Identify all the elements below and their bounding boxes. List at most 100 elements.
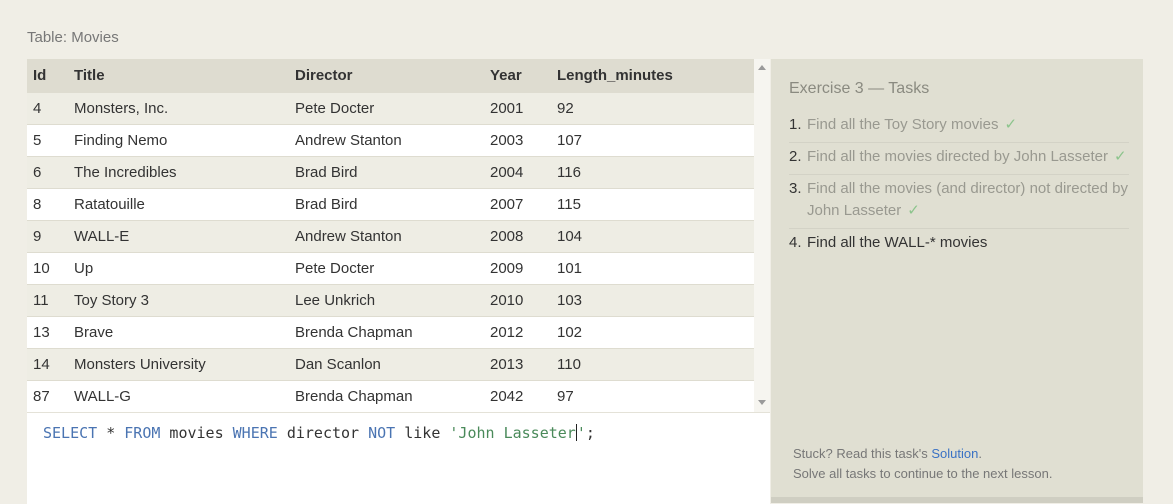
cell-title: Up: [68, 251, 289, 284]
column-header-title: Title: [68, 59, 289, 92]
cell-id: 9: [27, 219, 68, 252]
checkmark-icon: ✓: [1004, 116, 1018, 133]
cell-id: 6: [27, 155, 68, 188]
table-row: 11 Toy Story 3 Lee Unkrich 2010 103: [27, 283, 754, 316]
sql-keyword: SELECT: [43, 424, 98, 442]
task-text: Find all the WALL-* movies: [807, 232, 987, 254]
column-header-year: Year: [484, 59, 551, 92]
stuck-text: Stuck? Read this task's: [793, 446, 932, 461]
sql-text: ;: [585, 424, 595, 442]
task-text: Find all the Toy Story movies ✓: [807, 114, 1017, 136]
task-label: Find all the WALL-* movies: [807, 234, 988, 251]
results-scrollbar[interactable]: [754, 59, 770, 412]
task-label: Find all the movies (and director) not d…: [807, 180, 1128, 219]
task-item-1: 1. Find all the Toy Story movies ✓: [789, 114, 1129, 143]
results-table: Id Title Director Year Length_minutes 4M…: [27, 59, 754, 412]
cell-length: 97: [551, 379, 754, 412]
cell-length: 103: [551, 283, 754, 316]
cell-title: Toy Story 3: [68, 283, 289, 316]
cell-title: WALL-G: [68, 379, 289, 412]
table-row: 13 Brave Brenda Chapman 2012 102: [27, 315, 754, 348]
cell-length: 116: [551, 155, 754, 188]
results-table-container[interactable]: Id Title Director Year Length_minutes 4M…: [27, 59, 770, 412]
sql-text: like: [395, 424, 450, 442]
cell-id: 87: [27, 379, 68, 412]
cell-year: 2004: [484, 155, 551, 188]
column-header-length: Length_minutes: [551, 59, 754, 92]
cell-director: Lee Unkrich: [289, 283, 484, 316]
cell-director: Brad Bird: [289, 155, 484, 188]
checkmark-icon: ✓: [1114, 148, 1127, 165]
cell-id: 11: [27, 283, 68, 316]
cell-director: Brad Bird: [289, 187, 484, 220]
cell-director: Brenda Chapman: [289, 379, 484, 412]
cell-id: 5: [27, 123, 68, 156]
table-row: 14 Monsters University Dan Scanlon 2013 110: [27, 347, 754, 380]
cell-id: 14: [27, 347, 68, 380]
scroll-up-arrow-icon[interactable]: [758, 65, 766, 70]
cell-year: 2008: [484, 219, 551, 252]
cell-id: 13: [27, 315, 68, 348]
cell-year: 2007: [484, 187, 551, 220]
sql-text: director: [277, 424, 369, 442]
stuck-suffix: .: [978, 446, 982, 461]
tasks-panel: Exercise 3 — Tasks 1. Find all the Toy St…: [771, 59, 1143, 503]
cell-title: Monsters University: [68, 347, 289, 380]
solution-link[interactable]: Solution: [931, 446, 978, 461]
cell-year: 2001: [484, 91, 551, 124]
cell-director: Pete Docter: [289, 91, 484, 124]
cell-length: 101: [551, 251, 754, 284]
cell-year: 2003: [484, 123, 551, 156]
cell-title: Ratatouille: [68, 187, 289, 220]
task-number: 3.: [789, 180, 802, 197]
cell-year: 2012: [484, 315, 551, 348]
column-header-id: Id: [27, 59, 68, 92]
help-text: Stuck? Read this task's Solution. Solve …: [793, 444, 1052, 484]
task-number: 1.: [789, 116, 802, 133]
cell-length: 115: [551, 187, 754, 220]
table-row: 8 Ratatouille Brad Bird 2007 115: [27, 187, 754, 220]
scroll-down-arrow-icon[interactable]: [758, 400, 766, 405]
sql-keyword: NOT: [368, 424, 396, 442]
sql-query-editor[interactable]: SELECT * FROM movies WHERE director NOT …: [27, 412, 770, 504]
cell-year: 2013: [484, 347, 551, 380]
cell-title: The Incredibles: [68, 155, 289, 188]
task-item-3: 3. Find all the movies (and director) not…: [789, 178, 1129, 229]
sql-string: ': [576, 424, 586, 442]
cell-title: Finding Nemo: [68, 123, 289, 156]
cell-director: Brenda Chapman: [289, 315, 484, 348]
cell-year: 2042: [484, 379, 551, 412]
cell-id: 10: [27, 251, 68, 284]
cell-length: 104: [551, 219, 754, 252]
cell-year: 2009: [484, 251, 551, 284]
cell-length: 107: [551, 123, 754, 156]
sql-keyword: WHERE: [232, 424, 278, 442]
cell-director: Dan Scanlon: [289, 347, 484, 380]
table-row: 4 Monsters, Inc. Pete Docter 2001 92: [27, 91, 754, 124]
cell-director: Andrew Stanton: [289, 123, 484, 156]
sql-string: 'John Lasseter: [449, 424, 576, 442]
column-header-director: Director: [289, 59, 484, 92]
task-text: Find all the movies directed by John Las…: [807, 146, 1127, 168]
cell-director: Andrew Stanton: [289, 219, 484, 252]
tasks-title: Exercise 3 — Tasks: [789, 80, 930, 97]
cell-id: 4: [27, 91, 68, 124]
table-row: 5 Finding Nemo Andrew Stanton 2003 107: [27, 123, 754, 156]
task-text: Find all the movies (and director) not d…: [807, 178, 1129, 222]
cell-director: Pete Docter: [289, 251, 484, 284]
task-number: 4.: [789, 234, 802, 251]
table-row: 9 WALL-E Andrew Stanton 2008 104: [27, 219, 754, 252]
table-caption: Table: Movies: [27, 29, 119, 46]
checkmark-icon: ✓: [907, 202, 920, 219]
table-row: 10 Up Pete Docter 2009 101: [27, 251, 754, 284]
task-item-2: 2. Find all the movies directed by John L…: [789, 146, 1129, 175]
sql-query-line[interactable]: SELECT * FROM movies WHERE director NOT …: [43, 424, 595, 442]
task-label: Find all the movies directed by John Las…: [807, 148, 1108, 165]
cell-title: WALL-E: [68, 219, 289, 252]
task-label: Find all the Toy Story movies: [807, 116, 999, 133]
sql-text: movies: [160, 424, 233, 442]
cell-id: 8: [27, 187, 68, 220]
cell-title: Monsters, Inc.: [68, 91, 289, 124]
cell-title: Brave: [68, 315, 289, 348]
task-list: 1. Find all the Toy Story movies ✓ 2. Find a…: [789, 114, 1129, 263]
